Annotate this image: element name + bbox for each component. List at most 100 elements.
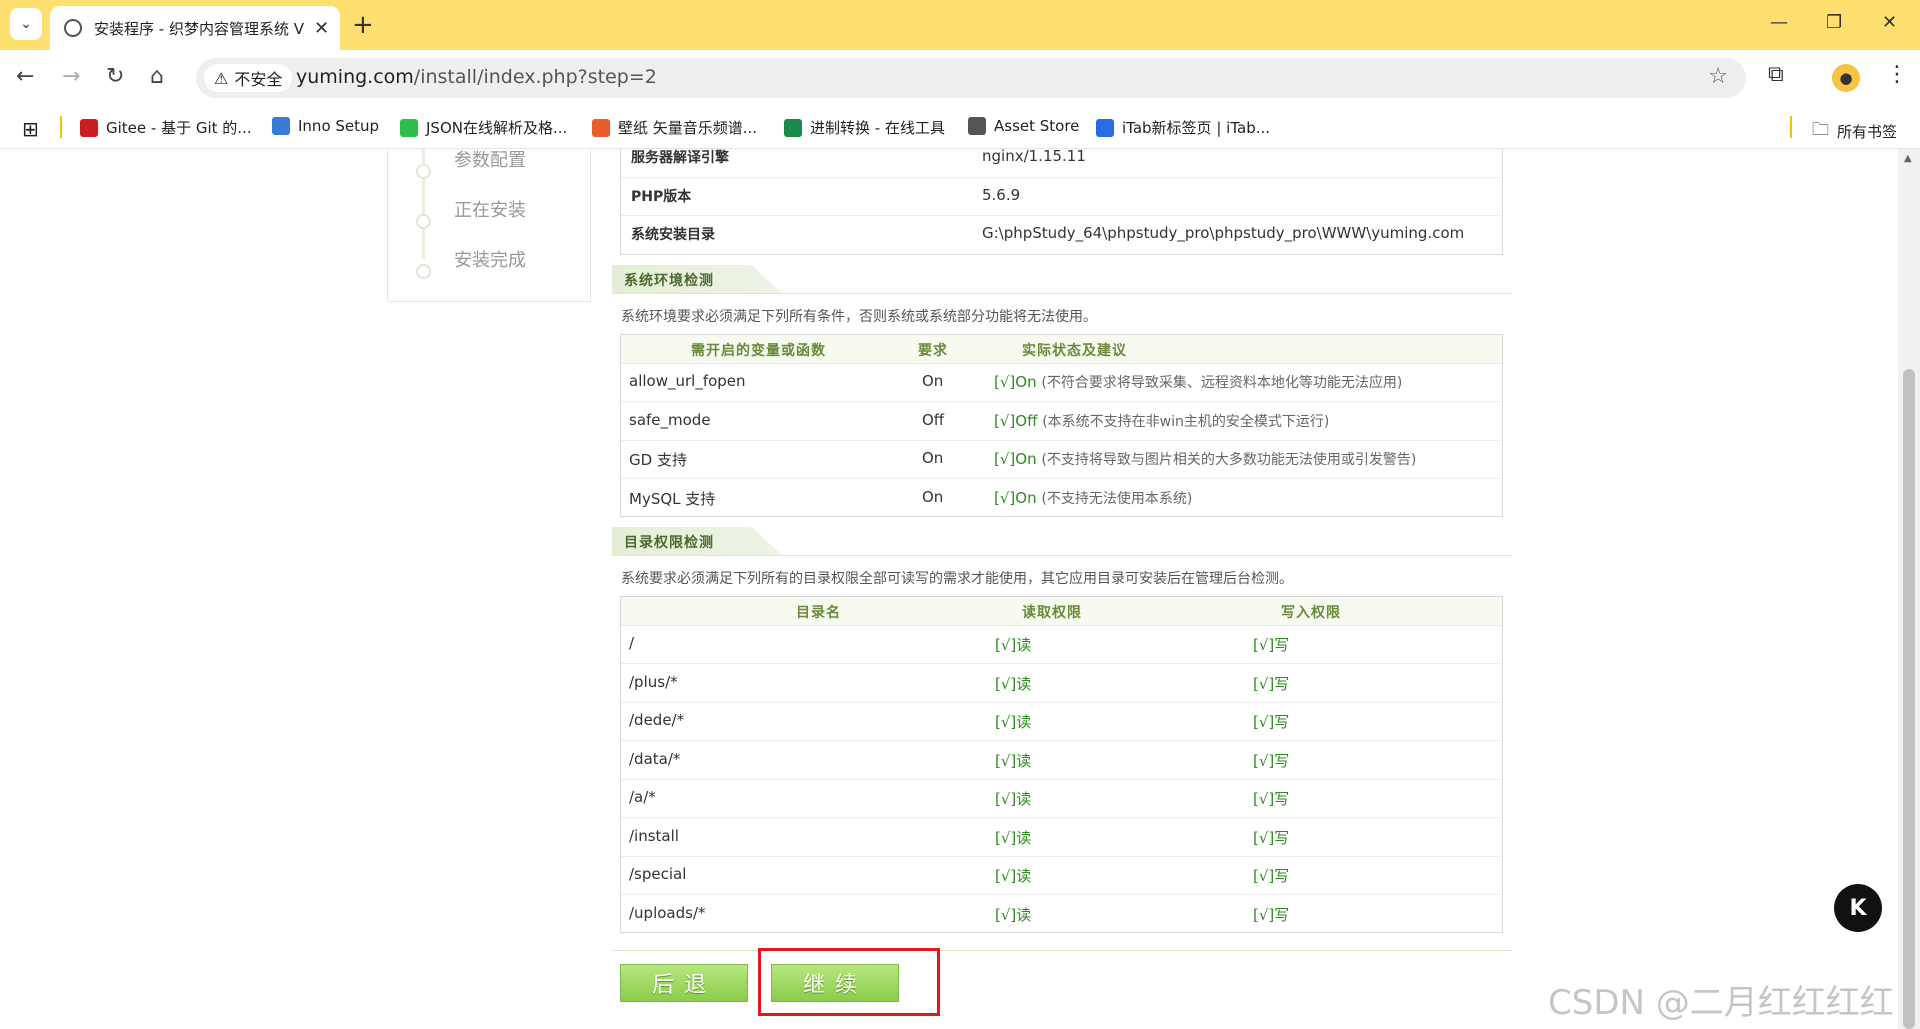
address-bar[interactable]: ⚠ 不安全 yuming.com/install/index.php?step=… [196, 58, 1746, 98]
vertical-scrollbar[interactable]: ▲ [1898, 149, 1920, 1029]
env-hint: (不支持将导致与图片相关的大多数功能无法使用或引发警告) [1041, 452, 1417, 468]
bookmark-item[interactable]: Gitee - 基于 Git 的... [80, 117, 252, 138]
close-window-icon[interactable]: ✕ [1882, 12, 1897, 33]
bookmark-item[interactable]: iTab新标签页 | iTab... [1096, 117, 1270, 138]
table-row: /install [√]读 [√]写 [621, 818, 1502, 857]
bookmark-item[interactable]: 壁纸 矢量音乐频谱... [592, 117, 757, 138]
read-permission: [√]读 [995, 905, 1032, 924]
back-button[interactable]: 后退 [620, 964, 748, 1002]
table-row: /dede/* [√]读 [√]写 [621, 702, 1502, 741]
bookmark-favicon-icon [968, 117, 986, 135]
bookmark-item[interactable]: Asset Store [968, 117, 1079, 135]
env-status: [√]On [994, 488, 1037, 507]
scrollbar-thumb[interactable] [1903, 369, 1915, 1029]
table-header: 需开启的变量或函数 要求 实际状态及建议 [621, 335, 1502, 364]
extensions-puzzle-icon[interactable]: ⧉ [1768, 62, 1784, 87]
tab-bar: ⌄ 安装程序 - 织梦内容管理系统 V ✕ + — ❐ ✕ [0, 0, 1920, 50]
read-permission: [√]读 [995, 636, 1032, 654]
forward-arrow-icon[interactable]: → [62, 64, 80, 89]
server-label: 系统安装目录 [631, 227, 715, 243]
column-header: 实际状态及建议 [1022, 343, 1127, 359]
restore-icon[interactable]: ❐ [1826, 12, 1842, 33]
table-row: / [√]读 [√]写 [621, 625, 1502, 664]
column-header: 要求 [918, 343, 948, 359]
dir-note: 系统要求必须满足下列所有的目录权限全部可读写的需求才能使用，其它应用目录可安装后… [621, 571, 1293, 587]
bookmark-favicon-icon [80, 118, 98, 137]
dir-name: /install [629, 826, 679, 845]
read-permission: [√]读 [995, 674, 1032, 693]
minimize-icon[interactable]: — [1770, 12, 1788, 33]
bookmark-star-icon[interactable]: ☆ [1708, 64, 1728, 89]
write-permission: [√]写 [1253, 713, 1290, 731]
dir-name: /special [629, 865, 687, 883]
apps-grid-icon[interactable]: ⊞ [22, 117, 39, 141]
env-variable: allow_url_fopen [629, 372, 746, 390]
write-permission: [√]写 [1253, 674, 1290, 693]
write-permission: [√]写 [1253, 636, 1290, 654]
bookmark-item[interactable]: 进制转换 - 在线工具 [784, 117, 945, 138]
server-value: 5.6.9 [982, 186, 1021, 204]
step-label: 正在安装 [454, 200, 526, 221]
folder-icon: 🗀 [1812, 120, 1829, 140]
active-tab[interactable]: 安装程序 - 织梦内容管理系统 V ✕ [50, 6, 340, 50]
step-label: 安装完成 [454, 250, 526, 271]
step-dot-icon [416, 264, 431, 279]
env-requirement: Off [922, 410, 945, 429]
table-row: GD 支持 On [√]On (不支持将导致与图片相关的大多数功能无法使用或引发警告… [621, 440, 1502, 479]
highlight-box [758, 948, 940, 1016]
divider [612, 950, 1512, 951]
dir-name: /a/* [629, 788, 656, 806]
bookmark-favicon-icon [592, 118, 610, 137]
bookmark-separator [60, 116, 62, 138]
env-requirement: On [922, 487, 944, 506]
all-bookmarks-button[interactable]: 🗀 所有书签 [1812, 117, 1897, 146]
back-arrow-icon[interactable]: ← [16, 64, 34, 89]
table-row: /uploads/* [√]读 [√]写 [621, 895, 1502, 933]
bookmark-label: Inno Setup [298, 117, 380, 135]
url-host: yuming.com [296, 66, 414, 88]
read-permission: [√]读 [995, 828, 1032, 847]
server-value: nginx/1.15.11 [982, 149, 1086, 165]
table-row: /a/* [√]读 [√]写 [621, 779, 1502, 818]
reload-icon[interactable]: ↻ [106, 64, 124, 89]
floating-k-icon[interactable]: K [1834, 884, 1882, 932]
dir-permission-table: 目录名 读取权限 写入权限 / [√]读 [√]写/plus/* [√]读 [√]写/d… [620, 596, 1503, 933]
bookmark-label: 进制转换 - 在线工具 [810, 119, 945, 137]
column-header: 读取权限 [1022, 605, 1082, 621]
env-status: [√]Off [994, 411, 1038, 430]
profile-avatar-icon[interactable]: ● [1832, 64, 1860, 92]
bookmark-label: Gitee - 基于 Git 的... [106, 119, 252, 137]
read-permission: [√]读 [995, 751, 1032, 770]
home-icon[interactable]: ⌂ [150, 64, 164, 89]
bookmark-item[interactable]: Inno Setup [272, 117, 379, 135]
more-menu-icon[interactable]: ⋮ [1886, 62, 1908, 87]
env-variable: safe_mode [629, 410, 711, 429]
env-status-cell: [√]Off (本系统不支持在非win主机的安全模式下运行) [994, 411, 1329, 431]
security-chip[interactable]: ⚠ 不安全 [204, 64, 293, 92]
new-tab-plus-icon[interactable]: + [352, 10, 374, 40]
bookmark-label: 壁纸 矢量音乐频谱... [618, 119, 758, 137]
bookmark-favicon-icon [1096, 118, 1114, 137]
dir-name: /data/* [629, 749, 681, 768]
server-info-table: 服务器解译引擎 nginx/1.15.11 PHP版本 5.6.9 系统安装目录… [620, 149, 1503, 255]
tab-close-icon[interactable]: ✕ [314, 18, 329, 39]
url-text[interactable]: yuming.com/install/index.php?step=2 [296, 66, 657, 88]
read-permission: [√]读 [995, 713, 1032, 731]
table-row: /plus/* [√]读 [√]写 [621, 664, 1502, 703]
scroll-up-icon[interactable]: ▲ [1904, 153, 1912, 164]
env-status: [√]On [994, 373, 1037, 391]
read-permission: [√]读 [995, 867, 1032, 885]
env-variable: GD 支持 [629, 451, 687, 469]
env-variable: MySQL 支持 [629, 489, 716, 508]
env-status: [√]On [994, 450, 1037, 468]
column-header: 目录名 [796, 605, 841, 621]
read-permission: [√]读 [995, 790, 1032, 808]
tab-search-menu-icon[interactable]: ⌄ [10, 8, 42, 40]
bookmark-separator [1790, 116, 1792, 138]
bookmark-item[interactable]: JSON在线解析及格... [400, 117, 567, 138]
dir-section-title: 目录权限检测 [624, 535, 714, 551]
server-label: 服务器解译引擎 [631, 150, 729, 166]
install-steps-panel: 参数配置 正在安装 安装完成 [387, 149, 591, 302]
env-section-header: 系统环境检测 [612, 265, 1512, 294]
step-dot-icon [416, 164, 431, 179]
